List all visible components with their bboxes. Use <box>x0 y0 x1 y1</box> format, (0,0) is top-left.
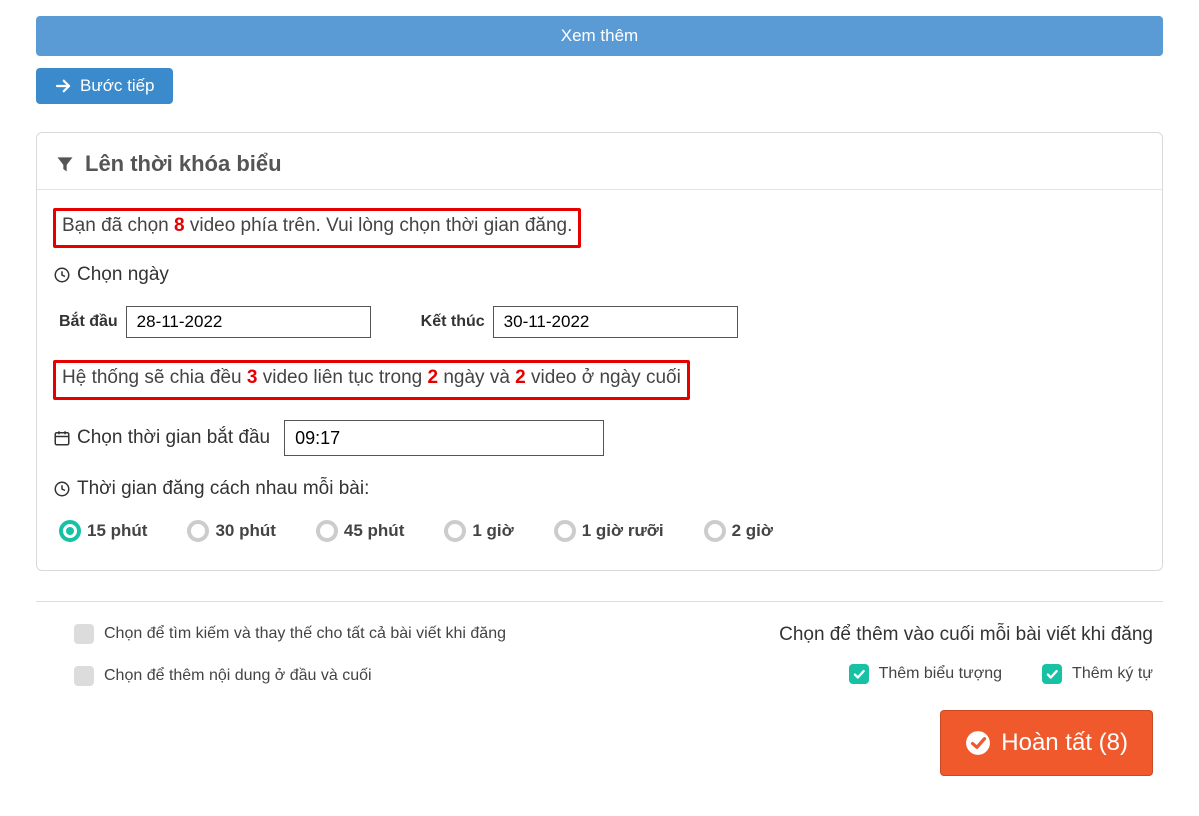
checkbox-checked-icon <box>1042 664 1062 684</box>
distribution-info: Hệ thống sẽ chia đều 3 video liên tục tr… <box>53 360 690 400</box>
radio-icon <box>187 520 209 542</box>
calendar-icon <box>53 429 71 447</box>
interval-45min[interactable]: 45 phút <box>316 520 404 542</box>
start-date-input[interactable] <box>126 306 371 338</box>
check-circle-icon <box>965 730 991 756</box>
panel-title: Lên thời khóa biểu <box>85 151 282 177</box>
interval-2h[interactable]: 2 giờ <box>704 520 773 542</box>
radio-icon <box>554 520 576 542</box>
interval-1h[interactable]: 1 giờ <box>444 520 513 542</box>
start-time-label: Chọn thời gian bắt đầu <box>77 427 270 449</box>
end-date-input[interactable] <box>493 306 738 338</box>
checkbox-checked-icon <box>849 664 869 684</box>
radio-icon <box>444 520 466 542</box>
schedule-panel: Lên thời khóa biểu Bạn đã chọn 8 video p… <box>36 132 1163 571</box>
clock-icon <box>53 480 71 498</box>
choose-day-heading: Chọn ngày <box>53 264 1146 286</box>
clock-icon <box>53 266 71 284</box>
append-heading: Chọn để thêm vào cuối mỗi bài viết khi đ… <box>779 624 1153 646</box>
end-date-label: Kết thúc <box>421 313 485 331</box>
start-time-input[interactable] <box>284 420 604 456</box>
interval-1h30[interactable]: 1 giờ rưỡi <box>554 520 664 542</box>
filter-icon <box>55 154 75 174</box>
interval-30min[interactable]: 30 phút <box>187 520 275 542</box>
interval-15min[interactable]: 15 phút <box>59 520 147 542</box>
selected-count-info: Bạn đã chọn 8 video phía trên. Vui lòng … <box>53 208 581 248</box>
checkbox-icon <box>74 666 94 686</box>
finish-label: Hoàn tất (8) <box>1001 729 1128 757</box>
radio-icon <box>704 520 726 542</box>
arrow-right-icon <box>54 77 72 95</box>
panel-header: Lên thời khóa biểu <box>37 133 1162 190</box>
checkbox-icon <box>74 624 94 644</box>
start-date-label: Bắt đầu <box>59 313 118 331</box>
next-step-button[interactable]: Bước tiếp <box>36 68 173 104</box>
add-emoji-checkbox[interactable]: Thêm biểu tượng <box>849 664 1002 684</box>
add-text-checkbox[interactable]: Thêm ký tự <box>1042 664 1153 684</box>
next-step-label: Bước tiếp <box>80 76 155 96</box>
interval-radio-group: 15 phút 30 phút 45 phút 1 giờ 1 giờ rưỡi… <box>53 520 1146 542</box>
add-content-checkbox-row[interactable]: Chọn để thêm nội dung ở đầu và cuối <box>74 666 506 686</box>
find-replace-checkbox-row[interactable]: Chọn để tìm kiếm và thay thế cho tất cả … <box>74 624 506 644</box>
radio-icon <box>316 520 338 542</box>
radio-icon <box>59 520 81 542</box>
divider <box>36 601 1163 602</box>
interval-heading: Thời gian đăng cách nhau mỗi bài: <box>53 478 1146 500</box>
view-more-button[interactable]: Xem thêm <box>36 16 1163 56</box>
finish-button[interactable]: Hoàn tất (8) <box>940 710 1153 776</box>
